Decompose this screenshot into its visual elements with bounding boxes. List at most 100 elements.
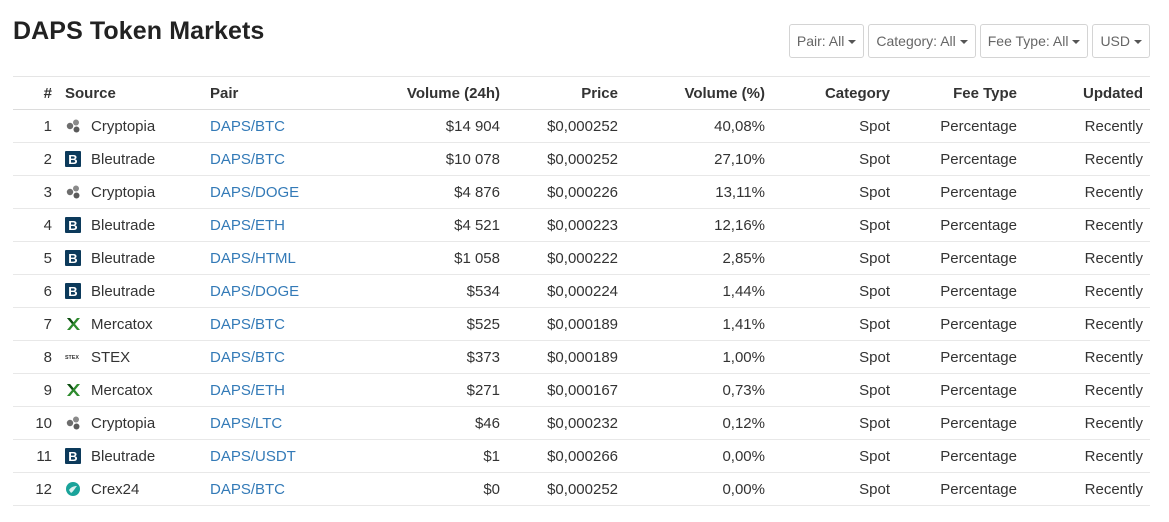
row-price: $0,000252 [507, 472, 625, 506]
pair-link[interactable]: DAPS/ETH [210, 217, 285, 234]
pair-link[interactable]: DAPS/USDT [210, 448, 296, 465]
pair-link[interactable]: DAPS/DOGE [210, 283, 299, 300]
table-row: 2 B Bleutrade DAPS/BTC $10 078 $0,000252 27,10… [13, 142, 1150, 176]
source-cell: Cryptopia [65, 415, 196, 432]
row-volume-pct: 0,73% [625, 373, 772, 407]
header-source[interactable]: Source [58, 76, 203, 110]
table-row: 6 B Bleutrade DAPS/DOGE $534 $0,000224 1,44% Sp… [13, 274, 1150, 308]
table-row: 4 B Bleutrade DAPS/ETH $4 521 $0,000223 12,16%… [13, 208, 1150, 242]
row-price: $0,000224 [507, 274, 625, 308]
header-pair[interactable]: Pair [203, 76, 398, 110]
row-fee-type: Percentage [897, 109, 1024, 143]
svg-text:STEX: STEX [65, 355, 79, 361]
pair-link[interactable]: DAPS/LTC [210, 415, 282, 432]
row-price: $0,000167 [507, 373, 625, 407]
row-updated: Recently [1024, 241, 1150, 275]
pair-link[interactable]: DAPS/BTC [210, 118, 285, 135]
row-category: Spot [772, 208, 897, 242]
row-source: B Bleutrade [58, 208, 203, 242]
table-row: 9 Mercatox DAPS/ETH $271 $0,000167 0,73% Spot P… [13, 373, 1150, 407]
row-volume: $4 521 [398, 208, 507, 242]
table-row: 11 B Bleutrade DAPS/USDT $1 $0,000266 0,00% Spo… [13, 439, 1150, 473]
row-updated: Recently [1024, 208, 1150, 242]
source-name: Crex24 [91, 480, 140, 498]
header-updated[interactable]: Updated [1024, 76, 1150, 110]
row-volume-pct: 0,00% [625, 472, 772, 506]
row-num: 7 [13, 307, 58, 341]
row-fee-type: Percentage [897, 142, 1024, 176]
row-source: Mercatox [58, 373, 203, 407]
header-category[interactable]: Category [772, 76, 897, 110]
row-price: $0,000266 [507, 439, 625, 473]
row-pair: DAPS/HTML [203, 241, 398, 275]
row-pair: DAPS/USDT [203, 439, 398, 473]
source-cell: STEX STEX [65, 349, 196, 366]
row-price: $0,000252 [507, 109, 625, 143]
row-pair: DAPS/BTC [203, 340, 398, 374]
row-volume: $4 876 [398, 175, 507, 209]
table-row: 12 Crex24 DAPS/BTC $0 $0,000252 0,00% Spot Perc… [13, 472, 1150, 506]
table-row: 5 B Bleutrade DAPS/HTML $1 058 $0,000222 2,85%… [13, 241, 1150, 275]
row-volume: $525 [398, 307, 507, 341]
row-category: Spot [772, 406, 897, 440]
row-volume-pct: 2,85% [625, 241, 772, 275]
pair-link[interactable]: DAPS/HTML [210, 250, 296, 267]
row-source: Cryptopia [58, 406, 203, 440]
stex-icon: STEX [65, 349, 81, 365]
pair-link[interactable]: DAPS/BTC [210, 481, 285, 498]
table-body: 1 Cryptopia DAPS/BTC $14 904 $0,000252 40,08%… [13, 109, 1150, 506]
category-filter[interactable]: Category: All [868, 24, 976, 58]
header-row: # Source Pair Volume (24h) Price Volume … [13, 76, 1150, 110]
row-fee-type: Percentage [897, 307, 1024, 341]
source-cell: Cryptopia [65, 118, 196, 135]
category-filter-label: Category: All [876, 33, 956, 49]
pair-link[interactable]: DAPS/DOGE [210, 184, 299, 201]
row-volume-pct: 27,10% [625, 142, 772, 176]
page-title: DAPS Token Markets [13, 17, 265, 45]
header-volume[interactable]: Volume (24h) [398, 76, 507, 110]
pair-filter[interactable]: Pair: All [788, 24, 865, 58]
table-row: 1 Cryptopia DAPS/BTC $14 904 $0,000252 40,08%… [13, 109, 1150, 143]
source-name: Cryptopia [91, 414, 156, 432]
row-volume: $534 [398, 274, 507, 308]
row-pair: DAPS/DOGE [203, 274, 398, 308]
row-volume-pct: 12,16% [625, 208, 772, 242]
row-volume-pct: 13,11% [625, 175, 772, 209]
row-category: Spot [772, 142, 897, 176]
row-price: $0,000252 [507, 142, 625, 176]
table-row: 8 STEX STEX DAPS/BTC $373 $0,000189 1,00% Spot P… [13, 340, 1150, 374]
source-name: Bleutrade [91, 447, 156, 465]
currency-filter-label: USD [1100, 33, 1130, 49]
pair-link[interactable]: DAPS/BTC [210, 151, 285, 168]
pair-link[interactable]: DAPS/BTC [210, 349, 285, 366]
header-volume-pct[interactable]: Volume (%) [625, 76, 772, 110]
row-updated: Recently [1024, 406, 1150, 440]
row-source: B Bleutrade [58, 439, 203, 473]
header-price[interactable]: Price [507, 76, 625, 110]
row-price: $0,000223 [507, 208, 625, 242]
pair-link[interactable]: DAPS/ETH [210, 382, 285, 399]
header-num[interactable]: # [13, 76, 58, 110]
source-cell: Mercatox [65, 382, 196, 399]
row-category: Spot [772, 373, 897, 407]
row-fee-type: Percentage [897, 241, 1024, 275]
source-name: Bleutrade [91, 249, 156, 267]
row-price: $0,000189 [507, 307, 625, 341]
row-pair: DAPS/ETH [203, 373, 398, 407]
row-fee-type: Percentage [897, 274, 1024, 308]
row-num: 10 [13, 406, 58, 440]
fee-type-filter[interactable]: Fee Type: All [979, 24, 1089, 58]
pair-link[interactable]: DAPS/BTC [210, 316, 285, 333]
row-num: 9 [13, 373, 58, 407]
row-updated: Recently [1024, 142, 1150, 176]
row-volume: $46 [398, 406, 507, 440]
row-fee-type: Percentage [897, 439, 1024, 473]
cryptopia-icon [65, 184, 81, 200]
row-volume-pct: 40,08% [625, 109, 772, 143]
row-pair: DAPS/BTC [203, 109, 398, 143]
row-volume-pct: 0,12% [625, 406, 772, 440]
currency-filter[interactable]: USD [1092, 24, 1150, 58]
row-category: Spot [772, 472, 897, 506]
header-fee-type[interactable]: Fee Type [897, 76, 1024, 110]
table-row: 7 Mercatox DAPS/BTC $525 $0,000189 1,41% Spot P… [13, 307, 1150, 341]
